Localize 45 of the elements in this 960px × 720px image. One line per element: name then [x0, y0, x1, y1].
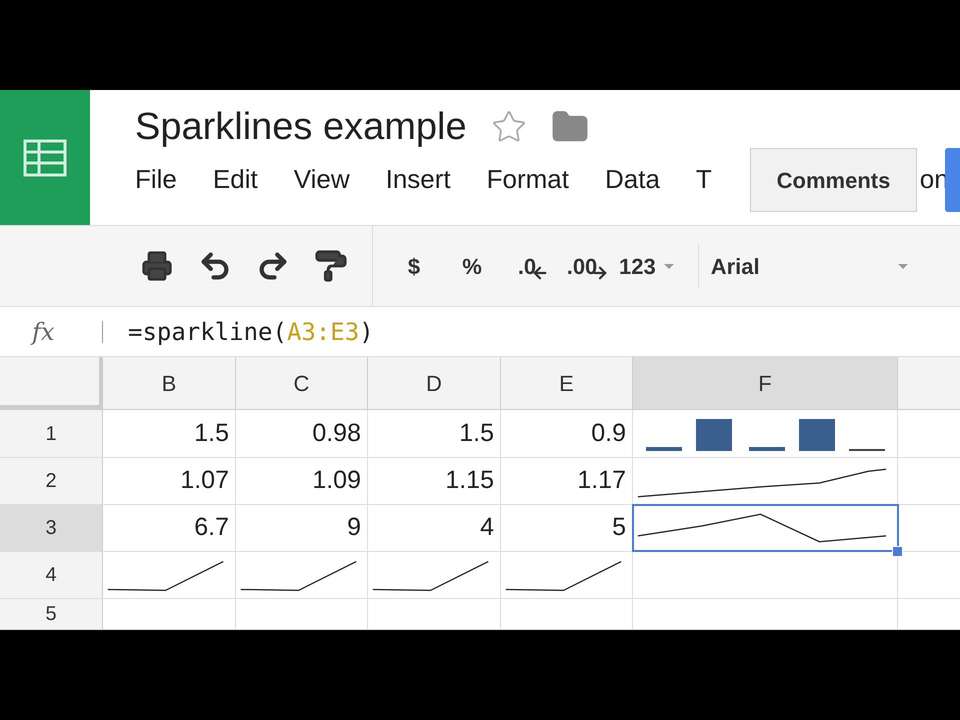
- sheet-icon: [23, 138, 67, 176]
- row-header[interactable]: 5: [0, 599, 103, 629]
- increase-decimals-button[interactable]: .00: [553, 244, 611, 288]
- caret-icon: [664, 264, 674, 268]
- format-button[interactable]: %: [443, 244, 501, 288]
- table-cell-text: 6.7: [194, 512, 229, 544]
- paint-roller-icon: [314, 249, 348, 283]
- table-cell-text: 9: [347, 512, 361, 544]
- menu-item[interactable]: T: [696, 166, 712, 192]
- column-header[interactable]: F: [633, 357, 898, 409]
- table-cell-text: 0.9: [591, 418, 626, 449]
- comments-tooltip: Comments: [750, 148, 917, 212]
- format-button[interactable]: $: [385, 244, 443, 288]
- menu-item[interactable]: Insert: [386, 166, 451, 192]
- caret-icon: [898, 264, 908, 268]
- fill-handle[interactable]: [892, 546, 903, 557]
- menu-item[interactable]: View: [294, 166, 350, 192]
- table-cell-text: 1.07: [180, 465, 229, 496]
- row-header[interactable]: 1: [0, 410, 103, 457]
- decrease-decimals-button[interactable]: .0: [501, 244, 553, 288]
- table-cell-text: 4: [480, 512, 494, 544]
- function-label: fx: [30, 316, 56, 348]
- table-cell-text: 1.5: [459, 418, 494, 449]
- app-logo[interactable]: [0, 90, 90, 225]
- table-cell-text: 1.5: [194, 418, 229, 449]
- menu-item[interactable]: Edit: [212, 166, 258, 192]
- menu-item[interactable]: Format: [486, 166, 569, 192]
- font-dropdown[interactable]: Arial: [698, 244, 938, 288]
- table-cell-text: 1.15: [445, 465, 494, 496]
- row-header[interactable]: 2: [0, 458, 103, 504]
- formula-text[interactable]: =sparkline(A3:E3): [128, 314, 374, 350]
- print-icon: [141, 250, 173, 282]
- table-cell-text: 5: [612, 512, 626, 544]
- row-header[interactable]: 4: [0, 552, 103, 598]
- menu-item[interactable]: File: [135, 166, 177, 192]
- number-format-dropdown[interactable]: 123: [611, 244, 682, 288]
- column-header[interactable]: C: [236, 357, 368, 409]
- column-header[interactable]: D: [368, 357, 501, 409]
- document-title[interactable]: Sparklines example: [135, 108, 467, 146]
- column-header[interactable]: B: [103, 357, 236, 409]
- row-header[interactable]: 3: [0, 505, 103, 551]
- table-cell-text: 1.09: [312, 465, 361, 496]
- table-cell-text: 1.17: [577, 465, 626, 496]
- table-cell-text: 0.98: [312, 418, 361, 449]
- menu-item[interactable]: Data: [604, 166, 660, 192]
